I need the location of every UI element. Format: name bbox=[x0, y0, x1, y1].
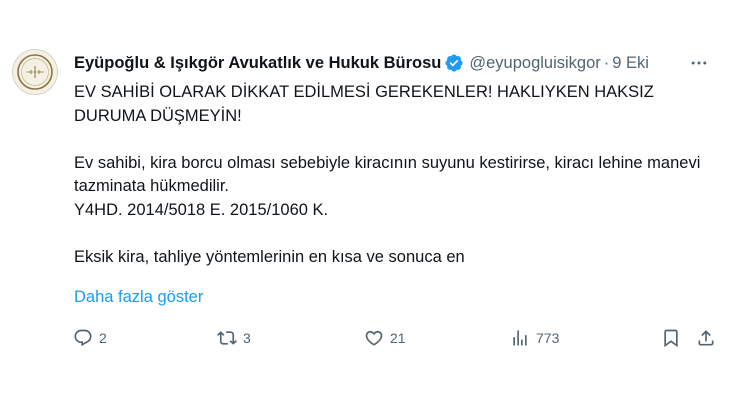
analytics-icon bbox=[513, 330, 527, 346]
timestamp[interactable]: 9 Eki bbox=[612, 54, 649, 73]
author-handle[interactable]: @eyupogluisikgor bbox=[469, 54, 600, 73]
bookmark-icon bbox=[664, 329, 678, 348]
like-count: 21 bbox=[390, 330, 406, 346]
tweet-header: Eyüpoğlu & Işıkgör Avukatlık ve Hukuk Bü… bbox=[74, 51, 719, 75]
retweet-count: 3 bbox=[243, 330, 251, 346]
tweet[interactable]: Eyüpoğlu & Işıkgör Avukatlık ve Hukuk Bü… bbox=[0, 0, 730, 420]
bookmark-button[interactable] bbox=[661, 323, 681, 353]
author-display-name[interactable]: Eyüpoğlu & Işıkgör Avukatlık ve Hukuk Bü… bbox=[74, 54, 441, 73]
reply-count: 2 bbox=[99, 330, 107, 346]
share-icon bbox=[698, 330, 714, 346]
retweet-icon bbox=[217, 331, 237, 345]
reply-button[interactable]: 2 bbox=[73, 323, 107, 353]
tweet-text-paragraph: Ev sahibi, kira borcu olması sebebiyle k… bbox=[74, 153, 701, 196]
tweet-text-headline: EV SAHİBİ OLARAK DİKKAT EDİLMESİ GEREKEN… bbox=[74, 83, 654, 125]
reply-icon bbox=[74, 329, 92, 347]
verified-badge-icon[interactable] bbox=[444, 53, 464, 73]
heart-icon bbox=[365, 330, 383, 346]
like-button[interactable]: 21 bbox=[364, 323, 406, 353]
show-more-link[interactable]: Daha fazla göster bbox=[74, 286, 203, 308]
views-button[interactable]: 773 bbox=[510, 323, 559, 353]
tweet-text-citation: Y4HD. 2014/5018 E. 2015/1060 K. bbox=[74, 200, 329, 219]
more-options-button[interactable] bbox=[687, 52, 711, 74]
retweet-button[interactable]: 3 bbox=[217, 323, 251, 353]
avatar[interactable] bbox=[12, 49, 58, 95]
tweet-text: EV SAHİBİ OLARAK DİKKAT EDİLMESİ GEREKEN… bbox=[74, 81, 704, 269]
more-horizontal-icon bbox=[691, 61, 707, 65]
view-count: 773 bbox=[536, 330, 560, 346]
share-button[interactable] bbox=[696, 323, 716, 353]
separator-dot: · bbox=[603, 53, 610, 72]
tweet-text-truncated: Eksik kira, tahliye yöntemlerinin en kıs… bbox=[74, 247, 465, 266]
tweet-actions: 2 3 21 773 bbox=[64, 323, 724, 353]
law-firm-logo-icon bbox=[13, 50, 57, 94]
